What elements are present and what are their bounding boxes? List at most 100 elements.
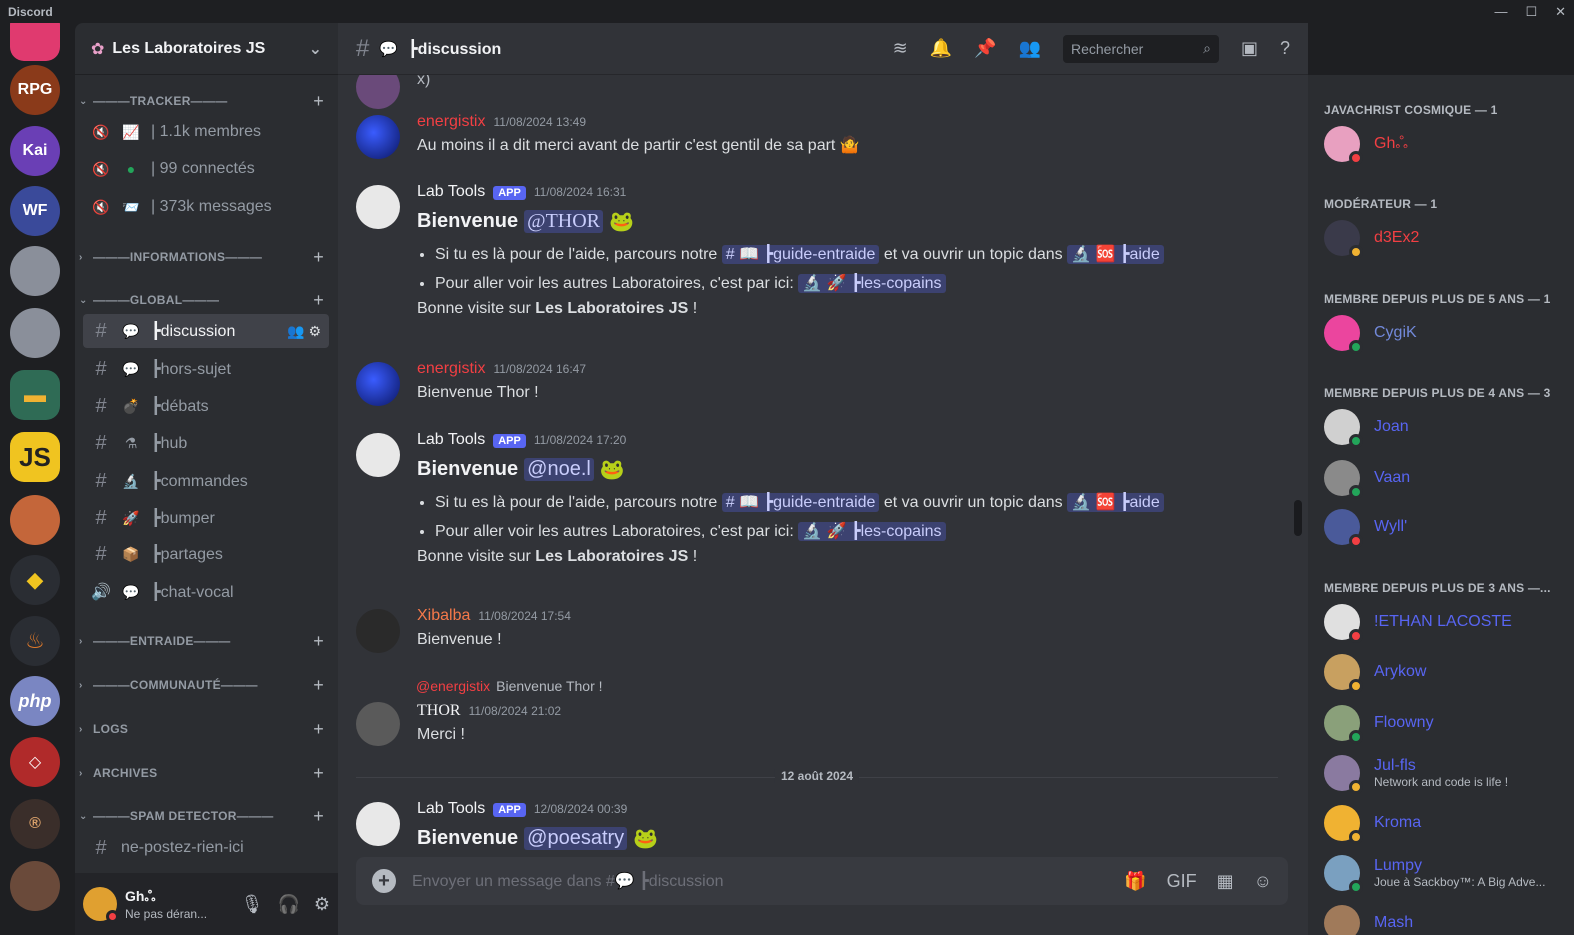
reply-preview[interactable]: @energistix Bienvenue Thor ! (416, 678, 603, 694)
server-icon[interactable]: ♨ (10, 616, 60, 666)
close-icon[interactable]: ✕ (1555, 4, 1566, 20)
threads-icon[interactable]: ≋ (893, 38, 908, 59)
add-channel-icon[interactable]: + (313, 631, 324, 652)
message-author[interactable]: Lab Tools (417, 800, 485, 818)
add-channel-icon[interactable]: + (313, 806, 324, 827)
server-icon[interactable]: WF (10, 186, 60, 236)
channel-bumper[interactable]: # 🚀 ┣bumper (83, 501, 329, 535)
pin-icon[interactable]: 📌 (974, 38, 996, 59)
message-composer[interactable]: + Envoyer un message dans #💬 ┣discussion… (356, 857, 1288, 905)
user-mention[interactable]: @THOR (524, 210, 604, 233)
avatar[interactable] (356, 702, 400, 746)
member-item[interactable]: Jul-fls Network and code is life ! (1324, 755, 1564, 794)
category-global[interactable]: ⌄ ——— GLOBAL ——— + (79, 289, 324, 311)
avatar[interactable] (356, 185, 400, 229)
members-icon[interactable]: 👥 (1019, 38, 1041, 59)
channel-hub[interactable]: # ⚗ ┣hub (83, 426, 329, 460)
channel-debats[interactable]: # 💣 ┣débats (83, 389, 329, 423)
minimize-icon[interactable]: — (1494, 4, 1507, 20)
channel-chat-vocal[interactable]: 🔊 💬 ┣chat-vocal (83, 575, 329, 609)
gif-icon[interactable]: GIF (1167, 871, 1197, 892)
channel-link-guide[interactable]: # 📖 ┣guide-entraide (721, 245, 880, 264)
server-icon[interactable]: JS (10, 432, 60, 482)
server-icon[interactable] (10, 308, 60, 358)
avatar[interactable] (356, 75, 400, 109)
tracker-members[interactable]: 🔇 📈 | 1.1k membres (83, 115, 329, 149)
user-mention[interactable]: @poesatry (524, 827, 628, 850)
message-author[interactable]: Xibalba (417, 607, 470, 625)
add-channel-icon[interactable]: + (313, 719, 324, 740)
member-item[interactable]: Mash (1324, 905, 1564, 935)
guild-header[interactable]: ✿ Les Laboratoires JS ⌄ (75, 23, 338, 75)
avatar[interactable] (356, 802, 400, 846)
tracker-online[interactable]: 🔇 ● | 99 connectés (83, 152, 329, 186)
server-icon[interactable]: RPG (10, 65, 60, 115)
channel-commandes[interactable]: # 🔬 ┣commandes (83, 464, 329, 498)
add-channel-icon[interactable]: + (313, 675, 324, 696)
message-author[interactable]: energistix (417, 113, 485, 131)
channel-ne-postez-rien-ici[interactable]: # ne-postez-rien-ici (83, 831, 329, 865)
avatar[interactable] (356, 115, 400, 159)
member-item[interactable]: Lumpy Joue à Sackboy™: A Big Adve... (1324, 855, 1564, 894)
category-informations[interactable]: › ——— INFORMATIONS ——— + (79, 246, 324, 268)
channel-discussion[interactable]: # 💬 ┣discussion 👥 ⚙ (83, 314, 329, 348)
help-icon[interactable]: ? (1280, 38, 1290, 59)
member-item[interactable]: !ETHAN LACOSTE (1324, 604, 1564, 643)
channel-hors-sujet[interactable]: # 💬 ┣hors-sujet (83, 352, 329, 386)
scrollbar[interactable] (1294, 500, 1302, 536)
server-icon[interactable]: ◆ (10, 555, 60, 605)
member-item[interactable]: CygiK (1324, 315, 1564, 354)
channel-partages[interactable]: # 📦 ┣partages (83, 537, 329, 571)
message-input[interactable]: Envoyer un message dans #💬 ┣discussion (412, 871, 1108, 891)
member-item[interactable]: Wyll' (1324, 509, 1564, 548)
server-icon[interactable] (10, 861, 60, 911)
folder-icon[interactable]: ▬ (10, 370, 60, 420)
gear-icon[interactable]: ⚙ (314, 894, 330, 915)
server-icon[interactable]: ◇ (10, 737, 60, 787)
category-archives[interactable]: › ARCHIVES + (79, 762, 324, 784)
message-author[interactable]: Lab Tools (417, 431, 485, 449)
inbox-icon[interactable]: ▣ (1241, 38, 1258, 59)
message-author[interactable]: Lab Tools (417, 183, 485, 201)
server-icon[interactable]: ® (10, 799, 60, 849)
channel-link-aide[interactable]: 🔬 🆘 ┣aide (1067, 493, 1164, 512)
server-icon[interactable]: php (10, 676, 60, 726)
server-icon[interactable] (10, 23, 60, 61)
add-channel-icon[interactable]: + (313, 763, 324, 784)
avatar[interactable] (83, 887, 119, 923)
search-input[interactable]: Rechercher ⌕ (1062, 34, 1219, 63)
member-item[interactable]: Kroma (1324, 805, 1564, 844)
headphones-icon[interactable]: 🎧 (277, 894, 299, 915)
gift-icon[interactable]: 🎁 (1124, 871, 1146, 892)
member-item[interactable]: Vaan (1324, 460, 1564, 499)
server-icon[interactable]: Kai (10, 126, 60, 176)
message-author[interactable]: energistix (417, 360, 485, 378)
member-item[interactable]: Arykow (1324, 654, 1564, 693)
channel-link-guide[interactable]: # 📖 ┣guide-entraide (721, 493, 880, 512)
avatar[interactable] (356, 362, 400, 406)
server-icon[interactable] (10, 246, 60, 296)
add-channel-icon[interactable]: + (313, 247, 324, 268)
maximize-icon[interactable]: ☐ (1525, 4, 1537, 20)
user-mention[interactable]: @noe.l (524, 458, 594, 481)
channel-settings-icon[interactable]: 👥 ⚙ (287, 323, 321, 340)
category-entraide[interactable]: › ——— ENTRAIDE ——— + (79, 630, 324, 652)
bell-icon[interactable]: 🔔 (930, 38, 952, 59)
add-attachment-icon[interactable]: + (372, 869, 396, 893)
avatar[interactable] (356, 609, 400, 653)
server-icon[interactable] (10, 495, 60, 545)
member-item[interactable]: d3Ex2 (1324, 220, 1564, 259)
member-item[interactable]: Ghஃ (1324, 126, 1564, 165)
channel-link-copains[interactable]: 🔬 🚀 ┣les-copains (798, 522, 946, 541)
member-item[interactable]: Joan (1324, 409, 1564, 448)
add-channel-icon[interactable]: + (313, 91, 324, 112)
avatar[interactable] (356, 433, 400, 477)
message-author[interactable]: THOR (417, 702, 461, 720)
category-logs[interactable]: › LOGS + (79, 718, 324, 740)
category-communaute[interactable]: › ——— COMMUNAUTÉ ——— + (79, 674, 324, 696)
category-tracker[interactable]: ⌄ ——— TRACKER ——— + (79, 90, 324, 112)
chevron-down-icon[interactable]: ⌄ (309, 39, 322, 59)
microphone-icon[interactable]: 🎙 (241, 894, 264, 915)
category-spam-detector[interactable]: ⌄ ——— SPAM DETECTOR ——— + (79, 805, 324, 827)
member-item[interactable]: Floowny (1324, 705, 1564, 744)
